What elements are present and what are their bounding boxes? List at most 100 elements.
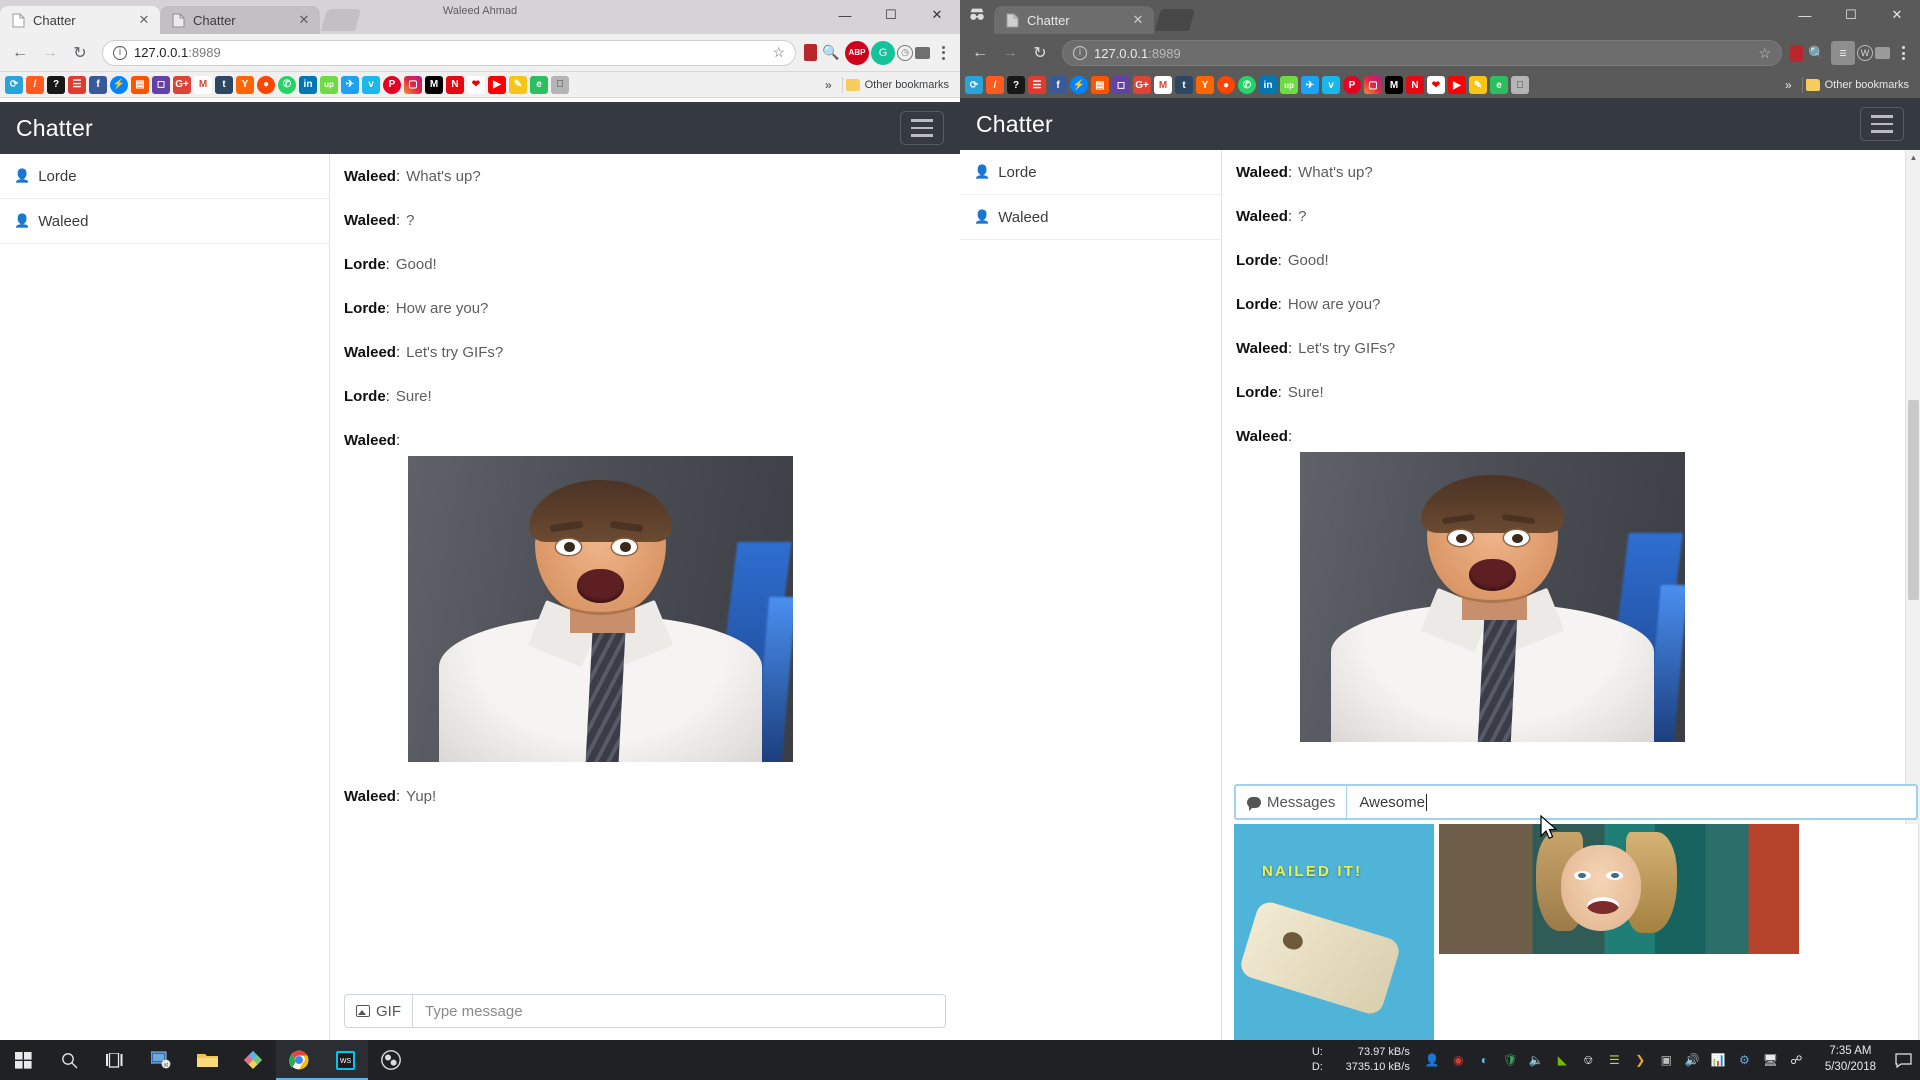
bookmark-icon[interactable]: P <box>1343 76 1361 94</box>
site-info-icon[interactable]: i <box>1073 46 1087 60</box>
bookmark-icon[interactable]: ☰ <box>1028 76 1046 94</box>
other-bookmarks-button[interactable]: Other bookmarks <box>845 78 955 91</box>
bookmark-icon[interactable]: t <box>215 75 233 94</box>
bookmark-icon[interactable]: ● <box>257 75 275 94</box>
bookmark-icon[interactable]: / <box>986 76 1004 94</box>
usb-icon[interactable]: ⎊ <box>1580 1052 1597 1069</box>
bookmark-icon[interactable]: in <box>1259 76 1277 94</box>
bookmark-icon[interactable]: ▤ <box>131 75 149 94</box>
bookmark-icon[interactable]: M <box>1154 76 1172 94</box>
bookmark-icon[interactable]: ✈ <box>1301 76 1319 94</box>
browser-tab-2[interactable]: Chatter ✕ <box>160 6 320 34</box>
chrome-menu-icon[interactable] <box>932 40 954 66</box>
bookmark-icon[interactable]: ⟳ <box>5 75 23 94</box>
back-button[interactable]: ← <box>6 39 34 67</box>
bluetooth-icon[interactable]: ☍ <box>1788 1052 1805 1069</box>
browser-tab-1[interactable]: Chatter ✕ <box>994 6 1154 34</box>
bookmark-icon[interactable]: ☰ <box>68 75 86 94</box>
bookmark-icon[interactable]: ● <box>1217 76 1235 94</box>
chris-pratt-excited-gif[interactable] <box>408 456 793 762</box>
bookmark-icon[interactable]: v <box>1322 76 1340 94</box>
scrollbar-thumb[interactable] <box>1908 400 1919 600</box>
sidebar-item-waleed[interactable]: 👤 Waleed <box>0 199 329 244</box>
bookmark-icon[interactable]: N <box>1406 76 1424 94</box>
bookmark-icon[interactable]: ✆ <box>278 75 296 94</box>
file-explorer-icon[interactable] <box>184 1040 230 1080</box>
bookmark-icon[interactable]: ▢ <box>404 75 422 94</box>
address-bar[interactable]: i 127.0.0.1 :8989 ☆ <box>1062 40 1782 66</box>
bookmark-icon[interactable]: e <box>1490 76 1508 94</box>
tab-close-icon[interactable]: ✕ <box>1130 12 1146 28</box>
minimize-button[interactable]: — <box>822 0 868 30</box>
other-bookmarks-button[interactable]: Other bookmarks <box>1805 79 1915 91</box>
grammarly-icon[interactable]: G <box>871 40 895 65</box>
bookmark-icon[interactable]: G+ <box>1133 76 1151 94</box>
minimize-button[interactable]: — <box>1782 0 1828 30</box>
bookmark-star-icon[interactable]: ☆ <box>772 44 785 61</box>
hamburger-icon[interactable] <box>900 111 944 145</box>
bookmark-icon[interactable]: f <box>1049 76 1067 94</box>
cmd-icon[interactable]: ❯ <box>1632 1052 1649 1069</box>
bookmark-icon[interactable]: / <box>26 75 44 94</box>
gif-button[interactable]: GIF <box>344 994 412 1028</box>
webstorm-icon[interactable]: WS <box>322 1040 368 1080</box>
bookmark-icon[interactable]: ▶ <box>1448 76 1466 94</box>
title-bar[interactable]: Chatter ✕ Chatter ✕ Waleed Ahmad — ☐ ✕ <box>0 0 960 34</box>
message-input[interactable]: Type message <box>412 994 946 1028</box>
scroll-up-icon[interactable]: ▲ <box>1906 150 1920 165</box>
bookmark-icon[interactable]: ▶ <box>488 75 506 94</box>
bookmark-icon[interactable]: M <box>194 75 212 94</box>
bookmark-icon[interactable]: M <box>425 75 443 94</box>
sidebar-item-waleed[interactable]: 👤 Waleed <box>960 195 1221 240</box>
tab-close-icon[interactable]: ✕ <box>136 12 152 28</box>
bookmark-icon[interactable]: ? <box>1007 76 1025 94</box>
bookmark-icon[interactable]: ✎ <box>509 75 527 94</box>
speaker-icon[interactable]: 🔊 <box>1684 1052 1701 1069</box>
windows-start-icon[interactable] <box>0 1040 46 1080</box>
taskbar-clock[interactable]: 7:35 AM 5/30/2018 <box>1815 1044 1886 1075</box>
nvidia-icon[interactable]: ◣ <box>1554 1052 1571 1069</box>
nailed-it-gif[interactable]: NAILED IT! <box>1234 824 1434 1040</box>
new-tab-button[interactable] <box>320 9 362 31</box>
window-extension-icon[interactable] <box>915 46 930 59</box>
stats-icon[interactable]: 📊 <box>1710 1052 1727 1069</box>
adblock-plus-icon[interactable]: ABP <box>845 40 869 65</box>
chrome-menu-icon[interactable] <box>1892 40 1914 66</box>
title-bar[interactable]: Chatter ✕ — ☐ ✕ <box>960 0 1920 34</box>
bookmark-icon[interactable]: ⚡ <box>1070 76 1088 94</box>
bookmark-icon[interactable]: ▢ <box>1364 76 1382 94</box>
search-extension-icon[interactable]: 🔍 <box>819 41 843 65</box>
gif-search-input[interactable]: Awesome <box>1347 786 1916 818</box>
bookmark-icon[interactable]: P <box>383 75 401 94</box>
bookmark-icon[interactable]: N <box>446 75 464 94</box>
bookmark-icon[interactable]: ▤ <box>1091 76 1109 94</box>
obs-studio-icon[interactable] <box>368 1040 414 1080</box>
search-icon[interactable] <box>46 1040 92 1080</box>
bookmark-icon[interactable]: G+ <box>173 75 191 94</box>
bookmark-icon[interactable]: f <box>89 75 107 94</box>
bookmark-icon[interactable]: ? <box>47 75 65 94</box>
bookmark-icon[interactable]: in <box>299 75 317 94</box>
close-button[interactable]: ✕ <box>914 0 960 30</box>
notification-icon[interactable] <box>1886 1040 1920 1080</box>
reload-button[interactable]: ↻ <box>1026 39 1054 67</box>
new-tab-button[interactable] <box>1154 9 1196 31</box>
sidebar-item-lorde[interactable]: 👤 Lorde <box>0 154 329 199</box>
bookmark-icon[interactable]:  <box>551 75 569 94</box>
window-icon[interactable]: ▣ <box>1658 1052 1675 1069</box>
bookmark-icon[interactable]: v <box>362 75 380 94</box>
forward-button[interactable]: → <box>996 39 1024 67</box>
bookmark-icon[interactable]: ❤ <box>1427 76 1445 94</box>
clock-extension-icon[interactable]: ◷ <box>897 44 913 61</box>
adblock-plus-icon[interactable]: ☰ <box>1831 41 1855 65</box>
address-bar[interactable]: i 127.0.0.1 :8989 ☆ <box>102 39 796 66</box>
close-button[interactable]: ✕ <box>1874 0 1920 30</box>
bookmark-icon[interactable]: Y <box>236 75 254 94</box>
bookmark-icon[interactable]: Y <box>1196 76 1214 94</box>
maximize-button[interactable]: ☐ <box>1828 0 1874 30</box>
volume-mute-icon[interactable]: 🔈 <box>1528 1052 1545 1069</box>
bookmarks-overflow-button[interactable]: » <box>818 78 839 92</box>
pocket-icon[interactable] <box>1790 44 1803 62</box>
forward-button[interactable]: → <box>36 39 64 67</box>
display-icon[interactable]: 🖥 <box>1762 1052 1779 1069</box>
